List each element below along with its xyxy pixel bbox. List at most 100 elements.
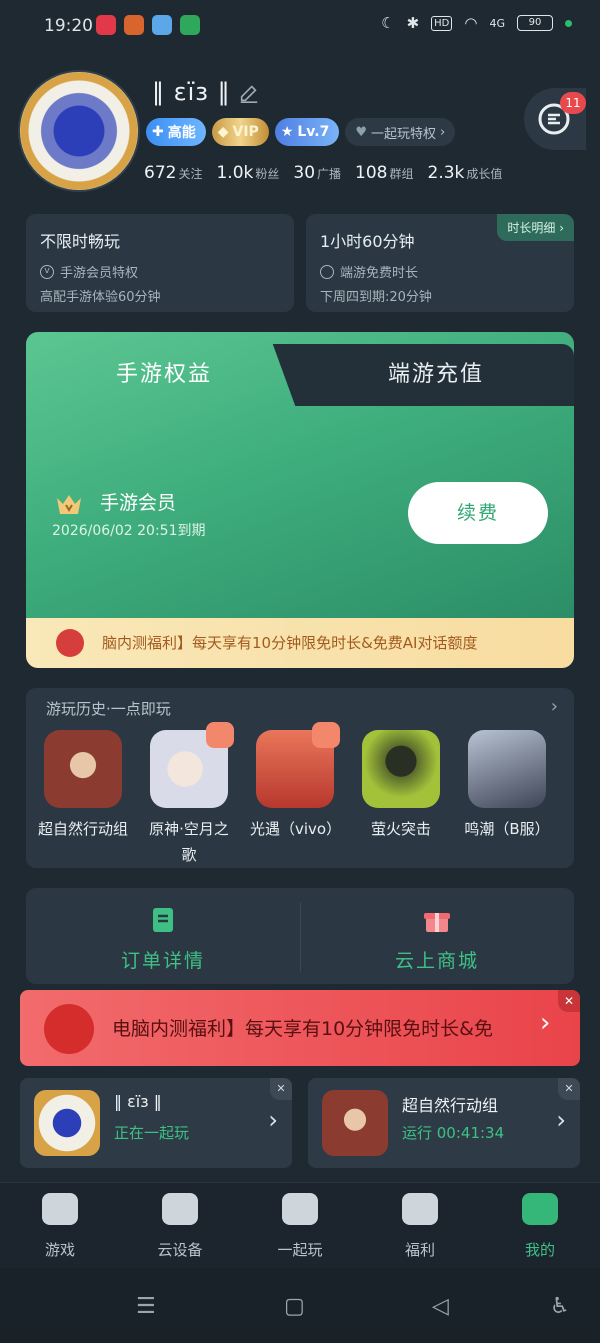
avatar xyxy=(34,1090,100,1156)
nav-label: 一起玩 xyxy=(277,1241,323,1259)
history-game[interactable]: 萤火突击 xyxy=(356,730,446,842)
nav-label: 我的 xyxy=(524,1241,555,1259)
wifi-icon: ◠ xyxy=(464,14,478,32)
stat-broadcast[interactable]: 30 广播 xyxy=(293,163,341,183)
promo-bar[interactable]: 脑内测福利】每天享有10分钟限免时长&免费AI对话额度 xyxy=(26,618,574,668)
stat-fans[interactable]: 1.0k 粉丝 xyxy=(216,163,279,183)
badge-row: ✚ 高能 ◆ VIP ★ Lv.7 ♥ 一起玩特权 › xyxy=(146,118,456,146)
card-line: 端游免费时长 xyxy=(320,262,418,281)
game-icon xyxy=(150,722,234,808)
order-label: 订单详情 xyxy=(120,950,205,972)
game-icon xyxy=(44,730,122,808)
accessibility-icon[interactable]: ♿ xyxy=(550,1294,570,1319)
promo-banner[interactable]: 电脑内测福利】每天享有10分钟限免时长&免 › ✕ xyxy=(20,990,580,1066)
chevron-right-icon: › xyxy=(540,1008,551,1038)
close-icon[interactable]: ✕ xyxy=(558,1078,580,1100)
card-line-text: 手游会员特权 xyxy=(60,266,139,281)
card-line: 高配手游体验60分钟 xyxy=(40,290,161,305)
username: ‖ εïз ‖ xyxy=(152,78,231,106)
renew-button[interactable]: 续费 xyxy=(408,482,548,544)
vip-label: VIP xyxy=(232,124,259,140)
privilege-badge[interactable]: ♥ 一起玩特权 › xyxy=(345,118,456,146)
stat-value: 2.3k xyxy=(427,163,465,183)
card-title: 1小时60分钟 xyxy=(320,232,415,251)
stat-groups[interactable]: 108 群组 xyxy=(355,163,413,183)
edit-icon[interactable] xyxy=(238,82,260,104)
pc-time-card[interactable]: 时长明细 › 1小时60分钟 端游免费时长 下周四到期:20分钟 xyxy=(306,214,574,312)
play-status: 运行 00:41:34 xyxy=(402,1124,505,1142)
playing-together-card[interactable]: ‖ εïз ‖ 正在一起玩 › ✕ xyxy=(20,1078,292,1168)
history-game[interactable]: 原神·空月之歌 xyxy=(144,722,234,868)
vip-badge[interactable]: ◆ VIP xyxy=(211,118,269,146)
signal-icon: 4G xyxy=(489,16,505,30)
hd-icon: HD xyxy=(431,15,453,31)
history-game[interactable]: 鸣潮（B服） xyxy=(462,730,552,842)
vip-check-icon: v xyxy=(40,264,54,279)
menu-icon[interactable]: ☰ xyxy=(136,1294,156,1319)
game-name: 萤火突击 xyxy=(370,820,431,838)
running-game-card[interactable]: 超自然行动组 运行 00:41:34 › ✕ xyxy=(308,1078,580,1168)
gaoneng-badge[interactable]: ✚ 高能 xyxy=(146,118,206,146)
user-icon xyxy=(522,1193,558,1225)
game-name: 原神·空月之歌 xyxy=(149,820,229,864)
moon-icon: ☾ xyxy=(381,14,395,32)
play-title: 超自然行动组 xyxy=(402,1096,499,1115)
game-icon xyxy=(468,730,546,808)
history-game[interactable]: 超自然行动组 xyxy=(38,730,128,842)
level-badge[interactable]: ★ Lv.7 xyxy=(274,118,340,146)
stat-following[interactable]: 672 关注 xyxy=(144,163,202,183)
play-status: 正在一起玩 xyxy=(114,1124,190,1142)
gift-icon xyxy=(206,722,234,748)
message-count-badge: 11 xyxy=(560,92,586,114)
battery-icon: 90 xyxy=(517,15,553,31)
stat-label: 群组 xyxy=(389,167,414,181)
status-time: 19:20 xyxy=(44,16,93,36)
tab-pc-recharge-label[interactable]: 端游充值 xyxy=(388,356,484,388)
bluetooth-icon: ✱ xyxy=(406,14,420,32)
order-details-button[interactable]: 订单详情 xyxy=(26,888,300,984)
stat-label: 广播 xyxy=(317,167,342,181)
nav-welfare[interactable]: 福利 xyxy=(360,1193,480,1260)
chevron-right-icon[interactable]: › xyxy=(551,696,558,717)
diamond-icon: ◆ xyxy=(217,124,229,140)
promo-text: 脑内测福利】每天享有10分钟限免时长&免费AI对话额度 xyxy=(102,634,478,652)
game-icon xyxy=(256,722,340,808)
stat-growth[interactable]: 2.3k 成长值 xyxy=(428,163,503,183)
home-icon[interactable]: ▢ xyxy=(284,1294,305,1319)
order-icon xyxy=(153,908,173,932)
cloud-mall-button[interactable]: 云上商城 xyxy=(300,888,574,984)
card-line-text: 端游免费时长 xyxy=(340,266,419,281)
star-icon: ★ xyxy=(280,124,294,140)
time-detail-link[interactable]: 时长明细 › xyxy=(497,214,574,241)
nav-games[interactable]: 游戏 xyxy=(0,1193,120,1260)
nav-play-together[interactable]: 一起玩 xyxy=(240,1193,360,1260)
game-name: 光遇（vivo） xyxy=(250,820,342,838)
system-nav-bar: ☰ ▢ ◁ ♿ xyxy=(0,1268,600,1343)
clock-icon xyxy=(320,264,334,279)
back-icon[interactable]: ◁ xyxy=(432,1294,449,1319)
nav-cloud-device[interactable]: 云设备 xyxy=(120,1193,240,1260)
game-icon xyxy=(362,730,440,808)
privilege-label: 一起玩特权 xyxy=(371,126,437,142)
nav-label: 福利 xyxy=(404,1241,435,1259)
nav-mine[interactable]: 我的 xyxy=(480,1193,600,1260)
close-icon[interactable]: ✕ xyxy=(270,1078,292,1100)
stat-label: 成长值 xyxy=(466,167,503,181)
game-app-icon xyxy=(124,15,144,35)
stat-label: 关注 xyxy=(178,167,203,181)
avatar[interactable] xyxy=(18,70,140,192)
music-app-icon xyxy=(96,15,116,35)
history-game[interactable]: 光遇（vivo） xyxy=(250,722,342,842)
tab-mobile-benefits[interactable]: 手游权益 xyxy=(116,356,212,388)
play-title: ‖ εïз ‖ xyxy=(114,1092,162,1111)
banner-text: 电脑内测福利】每天享有10分钟限免时长&免 xyxy=(112,1018,493,1040)
stat-value: 30 xyxy=(293,163,316,183)
order-mall-actions: 订单详情 云上商城 xyxy=(26,888,574,984)
cloud-device-icon xyxy=(162,1193,198,1225)
nav-label: 游戏 xyxy=(44,1241,75,1259)
security-app-icon xyxy=(180,15,200,35)
gift-box-icon xyxy=(424,913,450,932)
unlimited-play-card[interactable]: 不限时畅玩 v 手游会员特权 高配手游体验60分钟 xyxy=(26,214,294,312)
stat-label: 粉丝 xyxy=(255,167,280,181)
close-icon[interactable]: ✕ xyxy=(558,990,580,1012)
